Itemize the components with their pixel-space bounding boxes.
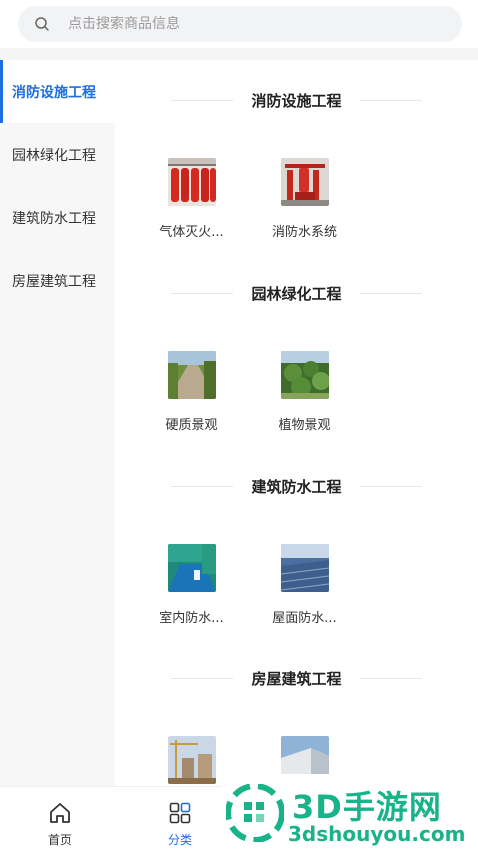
product-item-fire-water-system[interactable]: 消防水系统 <box>248 158 361 240</box>
watermark-logo-icon <box>225 783 285 843</box>
product-item-gas-extinguishing[interactable]: 气体灭火... <box>135 158 248 240</box>
divider <box>171 99 234 101</box>
tab-home[interactable]: 首页 <box>10 787 110 850</box>
gas-extinguisher-photo <box>167 158 216 206</box>
section-title: 园林绿化工程 <box>251 284 342 303</box>
search-icon <box>34 16 50 32</box>
category-content: 消防设施工程 气体灭火... 消防水系统 园林绿化工程 硬质景观 植物景观 建筑… <box>115 60 478 786</box>
sidebar-item-landscaping[interactable]: 园林绿化工程 <box>0 123 115 186</box>
divider <box>359 677 422 679</box>
section-waterproofing: 建筑防水工程 室内防水... 屋面防水... <box>115 466 478 626</box>
tab-category-label: 分类 <box>167 833 192 847</box>
search-bar <box>0 0 478 48</box>
sidebar-item-housing-construction[interactable]: 房屋建筑工程 <box>0 249 115 312</box>
section-title: 建筑防水工程 <box>251 477 342 496</box>
divider <box>171 292 234 294</box>
tab-home-label: 首页 <box>47 833 72 847</box>
section-header: 建筑防水工程 <box>115 466 478 506</box>
section-fire-protection: 消防设施工程 气体灭火... 消防水系统 <box>115 80 478 240</box>
search-input[interactable] <box>68 16 428 32</box>
product-item-label: 消防水系统 <box>271 225 337 240</box>
construction-site-photo <box>167 736 216 784</box>
product-item-label: 屋面防水... <box>272 611 337 626</box>
fire-water-system-photo <box>280 158 329 206</box>
tab-category[interactable]: 分类 <box>130 787 230 850</box>
watermark-url: 3dshouyou.com <box>288 822 466 846</box>
sidebar-item-waterproofing[interactable]: 建筑防水工程 <box>0 186 115 249</box>
hardscape-photo <box>167 351 216 399</box>
search-box[interactable] <box>18 6 462 42</box>
divider <box>359 99 422 101</box>
product-item-label: 硬质景观 <box>165 418 218 433</box>
watermark: 3D手游网 3dshouyou.com <box>222 774 478 850</box>
sidebar-item-fire-protection[interactable]: 消防设施工程 <box>0 60 115 123</box>
category-sidebar: 消防设施工程 园林绿化工程 建筑防水工程 房屋建筑工程 <box>0 60 115 786</box>
home-icon <box>48 801 72 825</box>
section-housing-construction: 房屋建筑工程 <box>115 658 478 786</box>
divider <box>171 485 234 487</box>
product-item-hardscape[interactable]: 硬质景观 <box>135 351 248 433</box>
product-item-plant-landscape[interactable]: 植物景观 <box>248 351 361 433</box>
plant-landscape-photo <box>280 351 329 399</box>
grid-icon <box>168 801 192 825</box>
product-item-label: 植物景观 <box>278 418 331 433</box>
sidebar-item-label: 消防设施工程 <box>12 84 96 101</box>
section-landscaping: 园林绿化工程 硬质景观 植物景观 <box>115 273 478 433</box>
indoor-waterproof-photo <box>167 544 216 592</box>
product-item-label: 气体灭火... <box>159 225 224 240</box>
section-title: 房屋建筑工程 <box>251 669 342 688</box>
sidebar-item-label: 房屋建筑工程 <box>12 273 96 290</box>
sidebar-item-label: 园林绿化工程 <box>12 147 96 164</box>
sidebar-item-label: 建筑防水工程 <box>12 210 96 227</box>
product-item-label: 室内防水... <box>159 611 224 626</box>
divider <box>359 485 422 487</box>
product-item-indoor-waterproofing[interactable]: 室内防水... <box>135 544 248 626</box>
divider <box>359 292 422 294</box>
section-header: 消防设施工程 <box>115 80 478 120</box>
roof-waterproof-photo <box>280 544 329 592</box>
section-header: 园林绿化工程 <box>115 273 478 313</box>
divider <box>171 677 234 679</box>
section-title: 消防设施工程 <box>251 91 342 110</box>
product-item-roof-waterproofing[interactable]: 屋面防水... <box>248 544 361 626</box>
section-header: 房屋建筑工程 <box>115 658 478 698</box>
